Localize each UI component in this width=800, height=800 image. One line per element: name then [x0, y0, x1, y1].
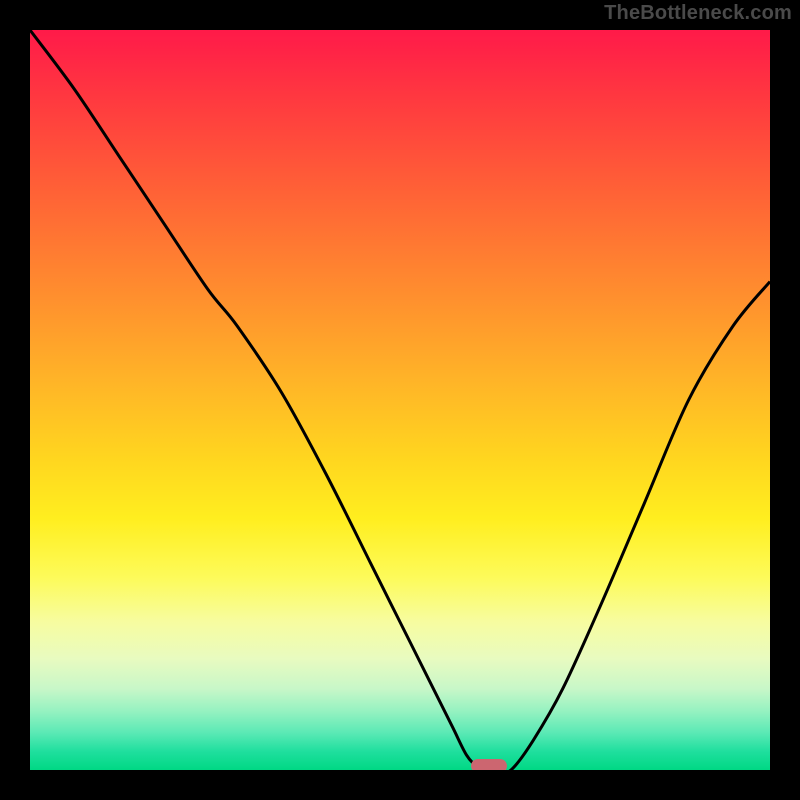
chart-frame: TheBottleneck.com — [0, 0, 800, 800]
curve-svg — [30, 30, 770, 770]
watermark-text: TheBottleneck.com — [604, 2, 792, 25]
bottleneck-curve — [30, 30, 770, 770]
optimal-marker — [471, 759, 507, 770]
plot-area — [30, 30, 770, 770]
